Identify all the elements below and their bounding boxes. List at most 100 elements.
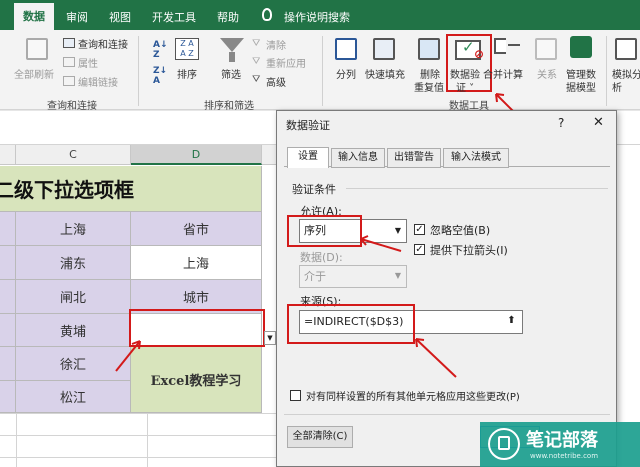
pen-icon — [498, 436, 510, 450]
watermark-cell[interactable]: Excel教程学习 — [131, 347, 262, 413]
clear-icon: ⛛ — [252, 38, 261, 49]
group-label-sort: 排序和筛选 — [204, 101, 254, 112]
clear-button[interactable]: 清除 — [266, 37, 286, 52]
annotation-arrow — [415, 338, 457, 378]
footer-divider — [284, 414, 610, 415]
tab-ime-mode[interactable]: 输入法模式 — [443, 148, 509, 168]
highlight-active-cell — [129, 309, 265, 347]
cell-dropdown-arrow[interactable]: ▼ — [264, 331, 276, 345]
sort-button[interactable]: 排序 — [177, 66, 197, 81]
query-connections-button[interactable]: 查询和连接 — [78, 36, 128, 51]
sort-az-icon[interactable]: A↓ Z — [153, 40, 168, 60]
table-cell[interactable] — [0, 280, 16, 314]
dropdown-label: 提供下拉箭头(I) — [430, 244, 508, 257]
consolidate-icon — [494, 38, 506, 54]
section-divider — [346, 188, 608, 189]
query-icon — [63, 38, 75, 48]
logo-text: 笔记部落 — [526, 430, 598, 451]
empty-cells[interactable] — [0, 413, 276, 467]
data-validation-button-line2: 证 ˅ — [456, 83, 475, 94]
watermark-text: Excel教程学习 — [150, 374, 242, 389]
annotation-arrow — [115, 340, 141, 372]
table-cell[interactable]: 闸北 — [16, 280, 131, 314]
properties-icon — [63, 57, 75, 67]
apply-all-checkbox[interactable] — [290, 390, 301, 401]
table-cell[interactable]: 上海 — [131, 246, 262, 280]
apply-all-label: 对有同样设置的所有其他单元格应用这些更改(P) — [306, 392, 520, 403]
table-cell[interactable]: 浦东 — [16, 246, 131, 280]
sheet-title-cell[interactable]: 二级下拉选项框 — [0, 166, 262, 212]
annotation-arrow — [360, 235, 402, 252]
clear-all-button[interactable]: 全部清除(C) — [287, 426, 353, 448]
dropdown-checkbox[interactable]: ✓ — [414, 244, 425, 255]
filter-icon-stem — [229, 52, 235, 62]
advanced-filter-icon: ⛛ — [252, 74, 261, 85]
table-cell[interactable] — [0, 246, 16, 280]
tab-input-message[interactable]: 输入信息 — [331, 148, 385, 168]
flash-fill-button[interactable]: 快速填充 — [365, 66, 405, 81]
dialog-title: 数据验证 — [286, 119, 330, 132]
filter-icon — [220, 38, 244, 52]
tell-me-search[interactable]: 操作说明搜索 — [284, 9, 350, 25]
advanced-button[interactable]: 高级 — [266, 74, 286, 89]
table-cell[interactable]: 省市 — [131, 212, 262, 246]
logo-url: www.notetribe.com — [530, 452, 599, 460]
filter-button[interactable]: 筛选 — [221, 66, 241, 81]
highlight-allow — [287, 215, 362, 247]
relationships-icon — [535, 38, 557, 60]
tab-developer[interactable]: 开发工具 — [152, 9, 196, 25]
ignore-blank-checkbox[interactable]: ✓ — [414, 224, 425, 235]
data-value: 介于 — [304, 270, 326, 283]
edit-links-button[interactable]: 编辑链接 — [78, 74, 118, 89]
column-header-b[interactable] — [0, 145, 16, 165]
tab-help[interactable]: 帮助 — [217, 9, 239, 25]
table-cell[interactable]: 上海 — [16, 212, 131, 246]
relationships-button[interactable]: 关系 — [537, 66, 557, 81]
remove-duplicates-button-line2: 重复值 — [414, 83, 444, 94]
properties-button[interactable]: 属性 — [78, 55, 98, 70]
consolidate-button[interactable]: 合并计算 — [483, 66, 523, 81]
tab-error-alert[interactable]: 出错警告 — [387, 148, 441, 168]
collapse-dialog-icon[interactable]: ⬆ — [502, 312, 521, 332]
table-cell[interactable] — [0, 381, 16, 413]
validation-criteria-label: 验证条件 — [292, 183, 336, 196]
ribbon-separator — [138, 36, 139, 106]
flash-fill-icon — [373, 38, 395, 60]
reapply-button[interactable]: 重新应用 — [266, 55, 306, 70]
edit-links-icon — [63, 76, 75, 86]
close-button[interactable]: ✕ — [593, 115, 604, 130]
ignore-blank-label: 忽略空值(B) — [430, 224, 491, 237]
what-if-line2: 析 — [612, 83, 622, 94]
tab-data[interactable]: 数据 — [14, 3, 54, 30]
table-cell[interactable] — [0, 212, 16, 246]
refresh-all-icon — [26, 38, 48, 60]
help-button[interactable]: ? — [558, 116, 564, 130]
no-icon: ⊘ — [474, 47, 485, 61]
reapply-icon: ⛛ — [252, 56, 261, 67]
sheet-title: 二级下拉选项框 — [0, 178, 134, 202]
refresh-all-button[interactable]: 全部刷新 — [14, 66, 54, 81]
consolidate-arrow-icon — [508, 44, 520, 46]
manage-data-model-line2: 据模型 — [566, 83, 596, 94]
sort-icon: Z AA Z — [175, 38, 199, 60]
table-cell[interactable]: 松江 — [16, 381, 131, 413]
chevron-down-icon[interactable]: ▼ — [391, 267, 405, 285]
sort-za-icon[interactable]: Z↓ A — [153, 66, 167, 86]
ribbon-separator — [606, 36, 607, 106]
highlight-source — [287, 304, 415, 344]
manage-data-model-icon — [570, 36, 592, 58]
data-label: 数据(D): — [300, 251, 343, 264]
ribbon-separator — [322, 36, 323, 106]
checkmark-icon: ✓ — [462, 38, 475, 56]
column-header-d[interactable]: D — [131, 145, 262, 165]
tab-settings[interactable]: 设置 — [287, 147, 329, 168]
tab-view[interactable]: 视图 — [109, 9, 131, 25]
column-header-c[interactable]: C — [16, 145, 131, 165]
split-button[interactable]: 分列 — [336, 66, 356, 81]
what-if-icon — [615, 38, 637, 60]
table-cell[interactable] — [0, 347, 16, 381]
lightbulb-icon — [262, 8, 272, 21]
tab-review[interactable]: 审阅 — [66, 9, 88, 25]
table-cell[interactable] — [0, 314, 16, 347]
group-label-query: 查询和连接 — [47, 101, 97, 112]
